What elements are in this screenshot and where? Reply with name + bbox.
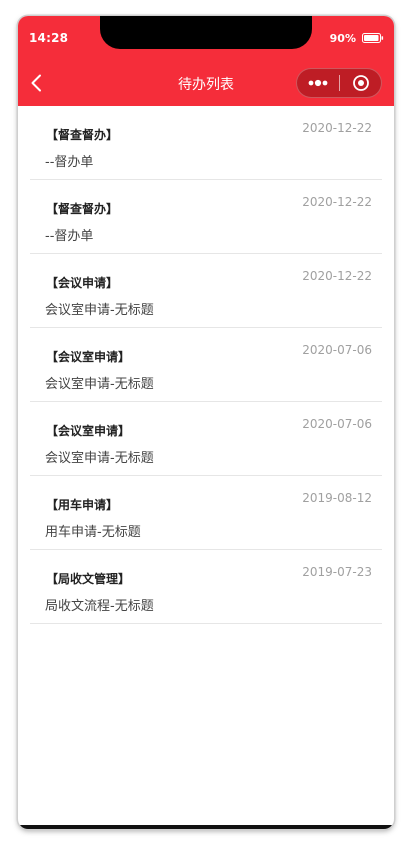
target-close-icon: [353, 75, 369, 91]
item-category: 【会议室申请】: [46, 350, 131, 364]
more-dots-icon: [308, 79, 328, 87]
item-date: 2020-07-06: [302, 417, 372, 431]
item-date: 2020-12-22: [302, 121, 372, 135]
item-date: 2019-07-23: [302, 565, 372, 579]
battery-icon: [362, 33, 384, 43]
device-bottom-edge: [18, 825, 394, 829]
item-category: 【局收文管理】: [46, 572, 131, 586]
item-description: 会议室申请-无标题: [45, 377, 154, 392]
close-button[interactable]: [340, 69, 382, 97]
item-category: 【用车申请】: [46, 498, 119, 512]
list-item[interactable]: 【会议申请】 2020-12-22 会议室申请-无标题: [30, 254, 382, 328]
item-description: 用车申请-无标题: [45, 525, 141, 540]
status-time: 14:28: [29, 31, 69, 45]
item-description: 会议室申请-无标题: [45, 451, 154, 466]
item-date: 2020-07-06: [302, 343, 372, 357]
item-category: 【会议室申请】: [46, 424, 131, 438]
item-category: 【督查督办】: [46, 202, 119, 216]
list-item[interactable]: 【督查督办】 2020-12-22 --督办单: [30, 180, 382, 254]
header-bar: 14:28 90% 待办列表: [18, 16, 394, 106]
list-item[interactable]: 【督查督办】 2020-12-22 --督办单: [30, 106, 382, 180]
item-description: 局收文流程-无标题: [45, 599, 154, 614]
phone-screen: 14:28 90% 待办列表 【督查督办】 2020-12-22 --督办单 【…: [18, 16, 394, 829]
item-category: 【督查督办】: [46, 128, 119, 142]
item-description: --督办单: [45, 229, 94, 244]
list-item[interactable]: 【会议室申请】 2020-07-06 会议室申请-无标题: [30, 402, 382, 476]
device-notch: [100, 16, 312, 49]
list-item[interactable]: 【用车申请】 2019-08-12 用车申请-无标题: [30, 476, 382, 550]
more-button[interactable]: [297, 69, 339, 97]
item-description: --督办单: [45, 155, 94, 170]
item-category: 【会议申请】: [46, 276, 119, 290]
item-description: 会议室申请-无标题: [45, 303, 154, 318]
list-item[interactable]: 【会议室申请】 2020-07-06 会议室申请-无标题: [30, 328, 382, 402]
todo-list: 【督查督办】 2020-12-22 --督办单 【督查督办】 2020-12-2…: [30, 106, 382, 624]
item-date: 2020-12-22: [302, 195, 372, 209]
item-date: 2019-08-12: [302, 491, 372, 505]
list-item[interactable]: 【局收文管理】 2019-07-23 局收文流程-无标题: [30, 550, 382, 624]
mini-program-capsule: [296, 68, 382, 98]
battery-percent: 90%: [329, 32, 356, 45]
item-date: 2020-12-22: [302, 269, 372, 283]
